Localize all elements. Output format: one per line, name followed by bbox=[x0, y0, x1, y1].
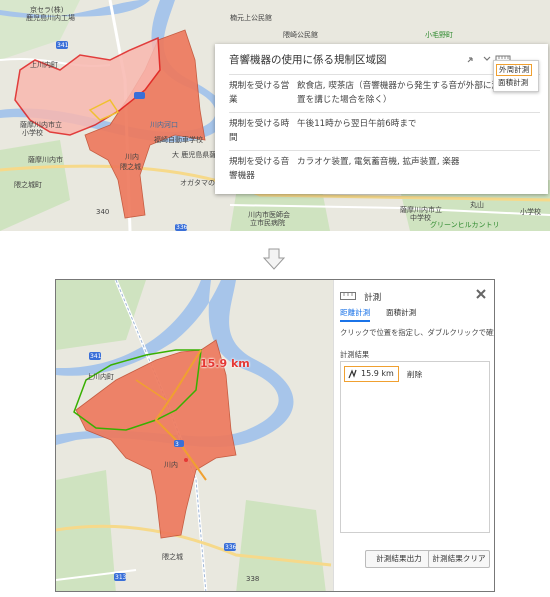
route-shield-label: 3 bbox=[175, 441, 179, 448]
close-icon[interactable] bbox=[475, 288, 487, 300]
delete-link[interactable]: 削除 bbox=[407, 369, 422, 380]
info-row: 規制を受ける時間 午後11時から翌日午前6時まで bbox=[229, 112, 540, 150]
map-label: 薩摩川内市 bbox=[28, 156, 63, 164]
map-label: 338 bbox=[246, 575, 260, 583]
info-value: カラオケ装置, 電気蓄音機, 拡声装置, 楽器 bbox=[297, 157, 460, 167]
map-label: 川内 bbox=[125, 153, 139, 161]
map-label: 小毛野町 bbox=[425, 31, 453, 39]
result-value: 15.9 km bbox=[361, 369, 394, 378]
results-label: 計測結果 bbox=[340, 350, 370, 359]
export-results-button[interactable]: 計測結果出力 bbox=[365, 550, 433, 568]
share-icon[interactable] bbox=[467, 57, 473, 63]
info-value: 午後11時から翌日午前6時まで bbox=[297, 119, 417, 129]
map-label: 川内河口 bbox=[150, 121, 178, 129]
map-label: 楠元上公民館 bbox=[230, 14, 272, 22]
map-label: 隈之城 bbox=[162, 553, 183, 561]
map-label: 小学校 bbox=[520, 208, 541, 216]
info-row: 規制を受ける音響機器 カラオケ装置, 電気蓄音機, 拡声装置, 楽器 bbox=[229, 150, 540, 190]
distance-label: 15.9 km bbox=[200, 357, 250, 370]
chevron-down-icon[interactable] bbox=[483, 56, 491, 61]
help-text: クリックで位置を指定し、ダブルクリックで確定します。 bbox=[340, 328, 494, 337]
route-shield-label: 341 bbox=[90, 353, 102, 360]
down-arrow-icon bbox=[262, 248, 286, 270]
top-map-screenshot[interactable]: 京セラ(株) 鹿児島川内工場 341 上川内町 楠元上公民館 隈崎公民館 小毛野… bbox=[0, 0, 550, 231]
measure-menu: 外周計測 面積計測 bbox=[493, 60, 539, 92]
results-list: 15.9 km 削除 bbox=[340, 361, 490, 533]
bottom-map-screenshot[interactable]: 341 上川内町 川内 336 隈之城 313 338 3 15.9 km 計測… bbox=[55, 279, 495, 592]
map-label: 340 bbox=[96, 208, 110, 216]
map-label: 上川内町 bbox=[30, 61, 58, 69]
info-key: 規制を受ける時間 bbox=[229, 119, 290, 143]
map-label: 隈崎公民館 bbox=[283, 31, 318, 39]
map-label: 鹿児島川内工場 bbox=[26, 14, 75, 22]
clear-results-button[interactable]: 計測結果クリア bbox=[428, 550, 490, 568]
map-label: 薩摩川内市立 bbox=[400, 206, 442, 214]
measure-panel: 計測 距離計測 面積計測 クリックで位置を指定し、ダブルクリックで確定します。 … bbox=[333, 280, 494, 591]
map-label: 上川内町 bbox=[86, 373, 114, 381]
info-key: 規制を受ける音響機器 bbox=[229, 157, 290, 181]
map-label: 福崎自動車学校 bbox=[154, 136, 203, 144]
route-shield-label: 341 bbox=[57, 42, 69, 49]
info-key: 規制を受ける営業 bbox=[229, 81, 290, 105]
tab-area-measure[interactable]: 面積計測 bbox=[386, 307, 416, 318]
map-label: 隈之城町 bbox=[14, 181, 42, 189]
route-shield-label: 313 bbox=[115, 574, 127, 581]
measure-panel-title: 計測 bbox=[364, 293, 382, 303]
result-item[interactable]: 15.9 km bbox=[344, 366, 399, 382]
map-label: 立市民病院 bbox=[250, 219, 285, 227]
route-shield-label: 336 bbox=[176, 224, 188, 231]
ruler-icon bbox=[340, 292, 356, 300]
route-shield-label: 336 bbox=[225, 544, 237, 551]
map-label: 丸山 bbox=[470, 201, 484, 209]
menu-item-area-measure[interactable]: 面積計測 bbox=[496, 78, 530, 88]
map-label: グリーンヒルカントリ bbox=[430, 221, 500, 229]
map-label: 川内 bbox=[164, 461, 178, 469]
map-label: 隈之城 bbox=[120, 163, 141, 171]
polyline-icon bbox=[348, 369, 357, 379]
tab-distance-measure[interactable]: 距離計測 bbox=[340, 307, 371, 322]
info-panel-title: 音響機器の使用に係る規制区域図 bbox=[229, 54, 387, 66]
menu-item-outer-measure[interactable]: 外周計測 bbox=[496, 64, 533, 76]
map-label: 小学校 bbox=[22, 129, 43, 137]
